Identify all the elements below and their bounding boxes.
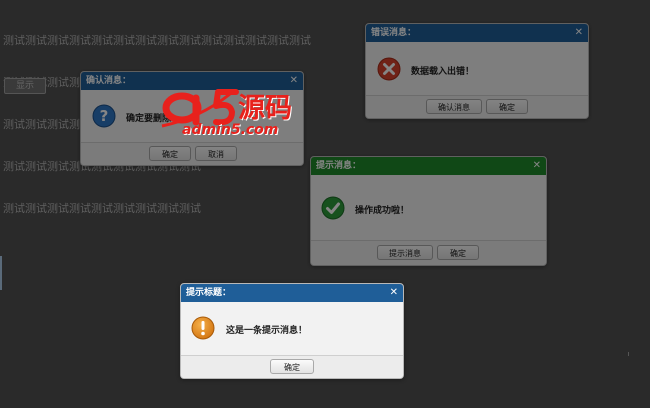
- watermark-brand-text: 源码: [238, 93, 292, 124]
- info-ok-button[interactable]: 确定: [270, 359, 314, 374]
- error-dialog-body: 数据载入出错！ 确认消息 确定: [366, 42, 588, 118]
- error-dialog-message: 数据载入出错！: [411, 67, 475, 77]
- info-dialog-body: 这是一条提示消息！ 确定: [181, 302, 403, 378]
- success-ok-button[interactable]: 确定: [437, 245, 479, 260]
- close-icon[interactable]: ✕: [533, 157, 541, 175]
- confirm-ok-button[interactable]: 确定: [149, 146, 191, 161]
- confirm-dialog-footer: 确定 取消: [81, 142, 303, 165]
- left-edge-scroll-mark: [0, 256, 2, 290]
- tip-message-button[interactable]: 提示消息: [377, 245, 433, 260]
- error-icon: [377, 57, 401, 81]
- error-dialog: 错误消息： ✕ 数据载入出错！ 确认消息 确定: [365, 23, 589, 119]
- warning-icon: [191, 316, 215, 340]
- admin5-watermark-logo: 源码 admin5.com: [160, 82, 300, 142]
- confirm-message-button[interactable]: 确认消息: [426, 99, 482, 114]
- success-dialog-title: 提示消息：: [316, 161, 362, 171]
- close-icon[interactable]: ✕: [575, 24, 583, 42]
- success-dialog-footer: 提示消息 确定: [311, 240, 546, 265]
- background-show-button[interactable]: 显示: [4, 78, 46, 94]
- success-dialog-message: 操作成功啦！: [355, 206, 410, 216]
- background-line: 测试测试测试测试测试测试测试测试测试测试测试测试测试测试: [3, 34, 311, 47]
- info-dialog-message: 这是一条提示消息！: [226, 326, 308, 336]
- error-ok-button[interactable]: 确定: [486, 99, 528, 114]
- stray-mark: [628, 352, 629, 356]
- close-icon[interactable]: ✕: [390, 284, 398, 302]
- success-dialog-body: 操作成功啦！ 提示消息 确定: [311, 175, 546, 265]
- error-dialog-footer: 确认消息 确定: [366, 95, 588, 118]
- watermark-site-text: admin5.com: [182, 122, 279, 138]
- info-dialog: 提示标题： ✕ 这是一条提示消息！ 确定: [180, 283, 404, 379]
- info-dialog-title: 提示标题：: [186, 288, 232, 298]
- confirm-cancel-button[interactable]: 取消: [195, 146, 237, 161]
- success-dialog: 提示消息： ✕ 操作成功啦！ 提示消息 确定: [310, 156, 547, 266]
- check-icon: [321, 196, 345, 220]
- info-dialog-footer: 确定: [181, 355, 403, 378]
- question-icon: ?: [92, 104, 116, 128]
- info-dialog-header[interactable]: 提示标题： ✕: [181, 284, 403, 302]
- error-dialog-title: 错误消息：: [371, 28, 417, 38]
- svg-text:?: ?: [100, 107, 109, 125]
- background-line: 测试测试测试测试测试测试测试测试测试: [3, 202, 201, 215]
- error-dialog-header[interactable]: 错误消息： ✕: [366, 24, 588, 42]
- success-dialog-header[interactable]: 提示消息： ✕: [311, 157, 546, 175]
- confirm-dialog-title: 确认消息：: [86, 76, 132, 86]
